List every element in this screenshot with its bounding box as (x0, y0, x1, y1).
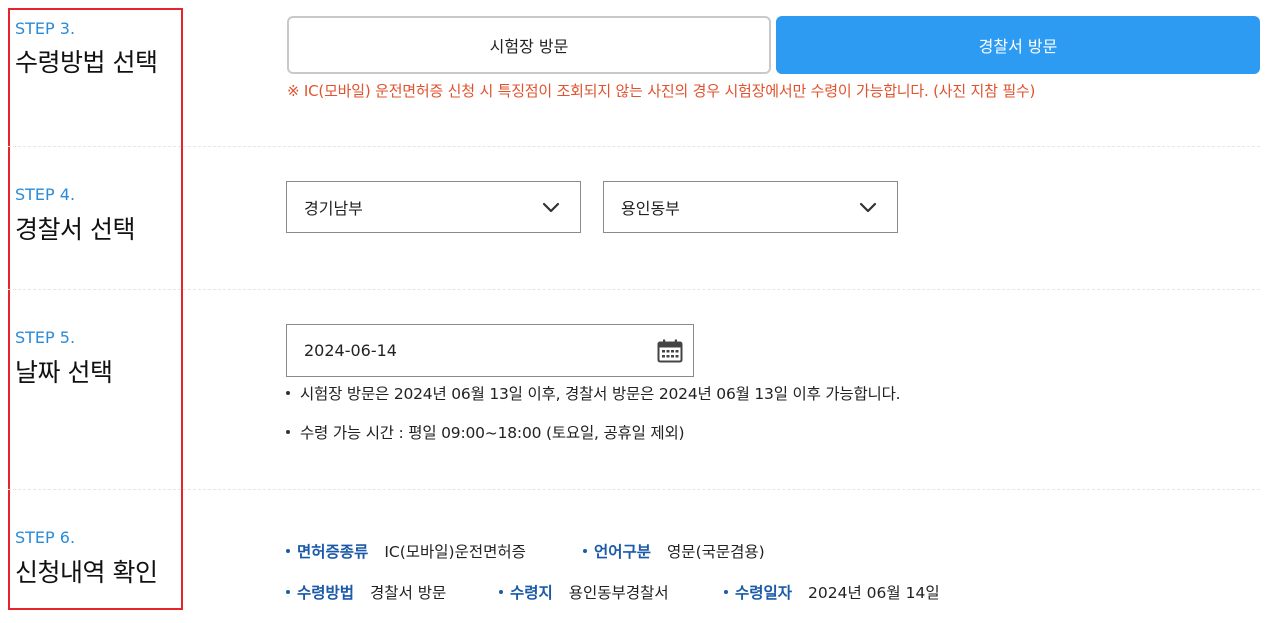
step6-title: 신청내역 확인 (15, 558, 158, 587)
chevron-down-icon (542, 202, 560, 213)
step5-number: STEP 5. (15, 328, 76, 347)
chevron-down-icon (859, 202, 877, 213)
summary-place: 수령지 용인동부경찰서 (499, 581, 669, 603)
summary-language: 언어구분 영문(국문겸용) (583, 540, 765, 562)
date-note: 시험장 방문은 2024년 06월 13일 이후, 경찰서 방문은 2024년 … (286, 382, 901, 404)
summary-date: 수령일자 2024년 06월 14일 (724, 581, 940, 603)
step4-number: STEP 4. (15, 185, 76, 204)
region-select[interactable]: 경기남부 (286, 181, 581, 233)
step3-title: 수령방법 선택 (15, 48, 158, 77)
police-station-visit-button[interactable]: 경찰서 방문 (776, 16, 1260, 74)
pickup-warning: ※ IC(모바일) 운전면허증 신청 시 특징점이 조회되지 않는 사진의 경우… (287, 82, 1036, 100)
date-input[interactable]: 2024-06-14 (286, 324, 694, 377)
section-divider (8, 146, 1260, 147)
summary-method: 수령방법 경찰서 방문 (286, 581, 446, 603)
step4-title: 경찰서 선택 (15, 215, 135, 244)
summary-license-type: 면허증종류 IC(모바일)운전면허증 (286, 540, 526, 562)
station-select-value: 용인동부 (621, 199, 680, 218)
calendar-icon[interactable] (657, 339, 683, 363)
highlight-frame (8, 8, 183, 610)
step6-number: STEP 6. (15, 528, 76, 547)
test-center-visit-button[interactable]: 시험장 방문 (287, 16, 771, 74)
step3-number: STEP 3. (15, 19, 76, 38)
step5-title: 날짜 선택 (15, 358, 113, 387)
region-select-value: 경기남부 (304, 199, 363, 218)
section-divider (8, 289, 1260, 290)
date-input-value: 2024-06-14 (304, 341, 397, 360)
station-select[interactable]: 용인동부 (603, 181, 898, 233)
hours-note: 수령 가능 시간 : 평일 09:00~18:00 (토요일, 공휴일 제외) (286, 421, 685, 443)
section-divider (8, 489, 1260, 490)
